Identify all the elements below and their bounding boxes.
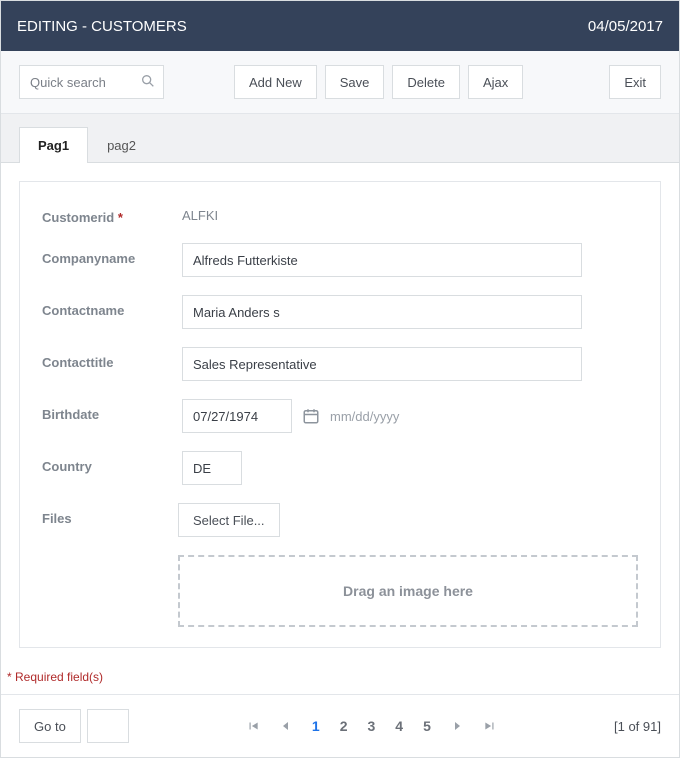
- page-2[interactable]: 2: [340, 718, 348, 734]
- footer-bar: Go to 1 2 3 4 5 [1 of 91]: [1, 694, 679, 757]
- last-page-icon[interactable]: [483, 719, 497, 733]
- label-customerid-text: Customerid: [42, 210, 114, 225]
- input-companyname[interactable]: [182, 243, 582, 277]
- birthdate-hint: mm/dd/yyyy: [330, 409, 399, 424]
- search-input[interactable]: [19, 65, 164, 99]
- next-page-icon[interactable]: [451, 720, 463, 732]
- row-files: Files Select File... Drag an image here: [42, 503, 638, 627]
- row-contacttitle: Contacttitle: [42, 347, 638, 381]
- exit-button[interactable]: Exit: [609, 65, 661, 99]
- add-new-button[interactable]: Add New: [234, 65, 317, 99]
- input-contacttitle[interactable]: [182, 347, 582, 381]
- search-box: [19, 65, 164, 99]
- label-contactname: Contactname: [42, 295, 182, 318]
- goto-input[interactable]: [87, 709, 129, 743]
- header-date: 04/05/2017: [588, 18, 663, 35]
- form-wrap: Customerid * ALFKI Companyname Contactna…: [1, 163, 679, 666]
- save-button[interactable]: Save: [325, 65, 385, 99]
- page-title: EDITING - CUSTOMERS: [17, 18, 187, 35]
- prev-page-icon[interactable]: [280, 720, 292, 732]
- input-birthdate[interactable]: [182, 399, 292, 433]
- page-3[interactable]: 3: [368, 718, 376, 734]
- label-files: Files: [42, 503, 178, 526]
- form-box: Customerid * ALFKI Companyname Contactna…: [19, 181, 661, 648]
- ajax-button[interactable]: Ajax: [468, 65, 523, 99]
- pager: 1 2 3 4 5: [246, 718, 497, 734]
- page-1[interactable]: 1: [312, 718, 320, 734]
- label-birthdate: Birthdate: [42, 399, 182, 422]
- label-country: Country: [42, 451, 182, 474]
- delete-button[interactable]: Delete: [392, 65, 460, 99]
- calendar-icon[interactable]: [302, 407, 320, 425]
- row-companyname: Companyname: [42, 243, 638, 277]
- toolbar-center: Add New Save Delete Ajax: [234, 65, 523, 99]
- page-4[interactable]: 4: [395, 718, 403, 734]
- label-contacttitle: Contacttitle: [42, 347, 182, 370]
- header-bar: EDITING - CUSTOMERS 04/05/2017: [1, 1, 679, 51]
- label-customerid: Customerid *: [42, 202, 182, 225]
- tab-pag2[interactable]: pag2: [88, 127, 155, 163]
- toolbar: Add New Save Delete Ajax Exit: [1, 51, 679, 114]
- row-contactname: Contactname: [42, 295, 638, 329]
- input-contactname[interactable]: [182, 295, 582, 329]
- select-file-button[interactable]: Select File...: [178, 503, 280, 537]
- label-companyname: Companyname: [42, 243, 182, 266]
- row-customerid: Customerid * ALFKI: [42, 202, 638, 225]
- toolbar-right: Exit: [609, 65, 661, 99]
- input-country[interactable]: [182, 451, 242, 485]
- row-country: Country: [42, 451, 638, 485]
- app-frame: EDITING - CUSTOMERS 04/05/2017 Add New S…: [0, 0, 680, 758]
- row-birthdate: Birthdate mm/dd/yyyy: [42, 399, 638, 433]
- first-page-icon[interactable]: [246, 719, 260, 733]
- image-dropzone[interactable]: Drag an image here: [178, 555, 638, 627]
- tabs-bar: Pag1 pag2: [1, 114, 679, 163]
- required-marker: *: [118, 210, 123, 225]
- record-count: [1 of 91]: [614, 719, 661, 734]
- value-customerid: ALFKI: [182, 202, 638, 223]
- goto-button[interactable]: Go to: [19, 709, 81, 743]
- required-note: * Required field(s): [1, 666, 679, 694]
- page-5[interactable]: 5: [423, 718, 431, 734]
- tab-pag1[interactable]: Pag1: [19, 127, 88, 163]
